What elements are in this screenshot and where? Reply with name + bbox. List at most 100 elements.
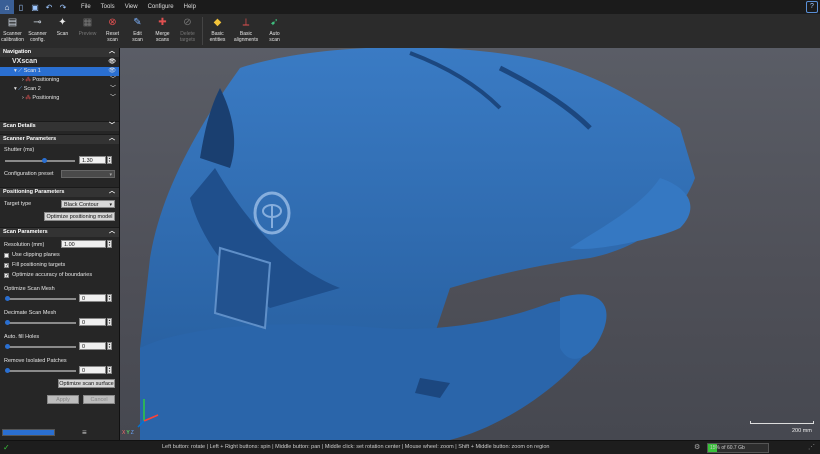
redo-icon[interactable]: ↷ bbox=[56, 0, 70, 14]
merge-scans-button[interactable]: ✚ Merge scans bbox=[150, 14, 175, 48]
collapse-icon[interactable]: ︿ bbox=[109, 135, 115, 144]
menu-view[interactable]: View bbox=[120, 4, 143, 10]
chevron-down-icon[interactable]: ▾ bbox=[14, 68, 17, 74]
panel-menu-icon[interactable]: ≡ bbox=[82, 428, 87, 437]
auto-fill-holes-input[interactable]: 0 bbox=[79, 342, 106, 350]
ribbon-separator bbox=[202, 17, 203, 45]
edit-scan-button[interactable]: ✎ Edit scan bbox=[125, 14, 150, 48]
tree-item-positioning-2[interactable]: › ⁂ Positioning ﹀ bbox=[0, 94, 119, 103]
config-preset-dropdown[interactable]: ▾ bbox=[61, 170, 115, 178]
undo-icon[interactable]: ↶ bbox=[42, 0, 56, 14]
shutter-spinner[interactable]: ▴ ▾ bbox=[107, 156, 112, 164]
tree-root-vxscan[interactable]: VXscan 👁 bbox=[0, 57, 119, 67]
axis-x-label: X bbox=[122, 430, 126, 436]
apply-button[interactable]: Apply bbox=[47, 395, 79, 404]
visibility-chevron-icon[interactable]: ﹀ bbox=[110, 85, 116, 94]
preview-button[interactable]: ▦ Preview bbox=[75, 14, 100, 48]
spinner[interactable]: ▴ ▾ bbox=[107, 342, 112, 350]
tree-item-scan-2[interactable]: ▾ ⟋ Scan 2 ﹀ bbox=[0, 85, 119, 94]
auto-fill-holes-slider[interactable] bbox=[5, 344, 76, 349]
collapse-icon[interactable]: ︿ bbox=[109, 228, 115, 237]
collapse-icon[interactable]: ︿ bbox=[109, 48, 115, 57]
basic-entities-button[interactable]: ◆ Basic entities bbox=[205, 14, 230, 48]
slider-knob[interactable] bbox=[5, 368, 10, 373]
menu-tools[interactable]: Tools bbox=[96, 4, 120, 10]
scanner-config-button[interactable]: ⊸ Scanner config. bbox=[25, 14, 50, 48]
ribbon-label: Delete targets bbox=[179, 31, 196, 43]
eye-icon[interactable]: 👁 bbox=[108, 67, 116, 76]
decimate-scan-mesh-input[interactable]: 0 bbox=[79, 318, 106, 326]
slider-knob[interactable] bbox=[5, 320, 10, 325]
menu-file[interactable]: File bbox=[76, 4, 96, 10]
collapse-icon[interactable]: ︿ bbox=[109, 188, 115, 197]
optimize-positioning-button[interactable]: Optimize positioning model bbox=[44, 212, 115, 221]
navigation-title: Navigation bbox=[3, 49, 32, 55]
visibility-chevron-icon[interactable]: ﹀ bbox=[110, 76, 116, 85]
tree-item-label: Scan 2 bbox=[23, 86, 41, 92]
title-bar: ⌂ ▯ ▣ ↶ ↷ File Tools View Configure Help… bbox=[0, 0, 820, 14]
spinner[interactable]: ▴ ▾ bbox=[107, 294, 112, 302]
remove-isolated-patches-slider[interactable] bbox=[5, 368, 76, 373]
section-title: Scan Details bbox=[3, 123, 36, 129]
reset-scan-button[interactable]: ⊗ Reset scan bbox=[100, 14, 125, 48]
shutter-input[interactable]: 1.30 bbox=[79, 156, 106, 164]
fill-positioning-targets-checkbox[interactable]: ✓ bbox=[4, 263, 9, 269]
tree-item-scan-1[interactable]: ▾ ⟋ Scan 1 👁 bbox=[0, 67, 119, 76]
checkbox-label: Fill positioning targets bbox=[12, 262, 66, 268]
scan-icon: ⟋ bbox=[18, 68, 23, 74]
new-file-icon[interactable]: ▯ bbox=[14, 0, 28, 14]
slider-knob[interactable] bbox=[5, 344, 10, 349]
scanner-calibration-button[interactable]: ▤ Scanner calibration bbox=[0, 14, 25, 48]
tree-item-label: Positioning bbox=[32, 77, 60, 83]
scan-button[interactable]: ✦ Scan bbox=[50, 14, 75, 48]
chevron-right-icon[interactable]: › bbox=[22, 95, 24, 101]
resize-grip-icon[interactable]: ⋰ bbox=[808, 443, 815, 451]
decimate-scan-mesh-slider[interactable] bbox=[5, 320, 76, 325]
merge-scans-icon: ✚ bbox=[158, 17, 167, 28]
target-type-dropdown[interactable]: Black Contour ▾ bbox=[61, 200, 115, 208]
slider-knob[interactable] bbox=[5, 296, 10, 301]
home-icon[interactable]: ⌂ bbox=[0, 0, 14, 14]
resolution-spinner[interactable]: ▴ ▾ bbox=[107, 240, 112, 248]
spinner[interactable]: ▴ ▾ bbox=[107, 318, 112, 326]
basic-alignments-button[interactable]: ⟂ Basic alignments bbox=[230, 14, 262, 48]
menu-help[interactable]: Help bbox=[179, 4, 201, 10]
remove-isolated-patches-input[interactable]: 0 bbox=[79, 366, 106, 374]
scan-details-header[interactable]: Scan Details ﹀ bbox=[0, 121, 119, 131]
help-icon[interactable]: ? bbox=[806, 1, 818, 13]
auto-scan-icon: ➹ bbox=[270, 17, 279, 28]
navigation-header[interactable]: Navigation ︿ bbox=[0, 48, 119, 57]
scan-parameters-header[interactable]: Scan Parameters ︿ bbox=[0, 227, 119, 237]
auto-scan-button[interactable]: ➹ Auto scan bbox=[262, 14, 287, 48]
tree-item-positioning-1[interactable]: › ⁂ Positioning ﹀ bbox=[0, 76, 119, 85]
shutter-slider-knob[interactable] bbox=[41, 158, 47, 163]
scanner-parameters-body: Shutter (ms) 1.30 ▴ ▾ Configuration prese… bbox=[0, 144, 119, 187]
optimize-accuracy-checkbox[interactable]: ✓ bbox=[4, 273, 9, 279]
use-clipping-planes-checkbox[interactable] bbox=[4, 253, 9, 258]
shutter-slider[interactable] bbox=[5, 158, 75, 163]
resolution-input[interactable]: 1.00 bbox=[61, 240, 106, 248]
positioning-parameters-body: Target type Black Contour ▾ Optimize posi… bbox=[0, 197, 119, 227]
optimize-scan-mesh-input[interactable]: 0 bbox=[79, 294, 106, 302]
save-icon[interactable]: ▣ bbox=[28, 0, 42, 14]
tree-item-label: Scan 1 bbox=[23, 68, 41, 74]
delete-targets-button[interactable]: ⊘ Delete targets bbox=[175, 14, 200, 48]
chevron-down-icon[interactable]: ﹀ bbox=[109, 122, 115, 131]
chevron-down-icon[interactable]: ▾ bbox=[14, 86, 17, 92]
positioning-parameters-header[interactable]: Positioning Parameters ︿ bbox=[0, 187, 119, 197]
optimize-scan-surface-button[interactable]: Optimize scan surface bbox=[58, 379, 115, 388]
optimize-scan-mesh-slider[interactable] bbox=[5, 296, 76, 301]
3d-viewport[interactable]: X Y Z 200 mm bbox=[120, 48, 820, 440]
scanner-parameters-header[interactable]: Scanner Parameters ︿ bbox=[0, 134, 119, 144]
chevron-right-icon[interactable]: › bbox=[22, 77, 24, 83]
eye-icon[interactable]: 👁 bbox=[108, 57, 116, 67]
basic-alignments-icon: ⟂ bbox=[242, 17, 250, 28]
scale-label: 200 mm bbox=[792, 428, 812, 434]
section-title: Positioning Parameters bbox=[3, 189, 65, 195]
target-type-value: Black Contour bbox=[64, 202, 99, 208]
menu-configure[interactable]: Configure bbox=[143, 4, 179, 10]
visibility-chevron-icon[interactable]: ﹀ bbox=[110, 94, 116, 103]
spinner[interactable]: ▴ ▾ bbox=[107, 366, 112, 374]
cancel-button[interactable]: Cancel bbox=[83, 395, 115, 404]
resolution-label: Resolution (mm) bbox=[4, 242, 45, 248]
